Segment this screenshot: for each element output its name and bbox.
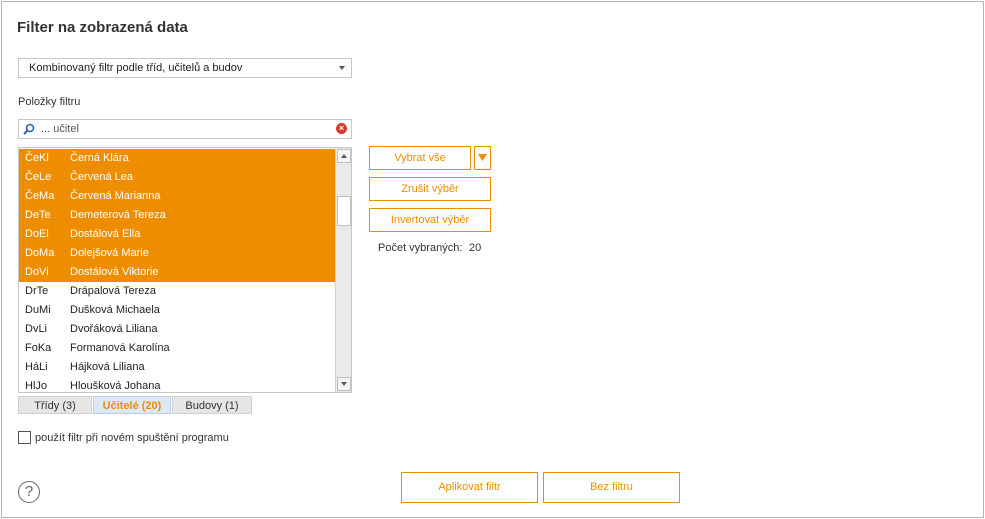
cancel-selection-button[interactable]: Zrušit výběr xyxy=(369,177,491,201)
item-code: DuMi xyxy=(25,304,51,316)
list-item[interactable]: ČeKl Černá Klára xyxy=(19,149,336,168)
list-item[interactable]: FoKa Formanová Karolína xyxy=(19,339,336,358)
item-name: Hájková Liliana xyxy=(70,361,145,373)
startup-filter-checkbox[interactable] xyxy=(18,431,31,444)
filter-type-select[interactable]: Kombinovaný filtr podle tříd, učitelů a … xyxy=(18,58,352,78)
chevron-down-icon xyxy=(478,154,487,161)
item-name: Drápalová Tereza xyxy=(70,285,157,297)
item-name: Dolejšová Marie xyxy=(70,247,149,259)
item-code: DrTe xyxy=(25,285,49,297)
no-filter-button[interactable]: Bez filtru xyxy=(543,472,680,503)
select-all-dropdown-button[interactable] xyxy=(474,146,491,170)
list-item[interactable]: DrTe Drápalová Tereza xyxy=(19,282,336,301)
selected-count-label: Počet vybraných: xyxy=(378,242,463,254)
item-name: Demeterová Tereza xyxy=(70,209,166,221)
items-label: Položky filtru xyxy=(18,96,81,108)
list-item[interactable]: DvLi Dvořáková Liliana xyxy=(19,320,336,339)
filter-items-list: ČeKl Černá Klára ČeLe Červená Lea ČeMa Červen… xyxy=(18,147,352,393)
item-code: DoEl xyxy=(25,228,49,240)
item-code: HlJo xyxy=(25,380,48,392)
search-input[interactable]: ... učitel × xyxy=(18,119,352,139)
arrow-down-icon xyxy=(341,382,347,386)
search-value: ... učitel xyxy=(41,123,79,135)
arrow-up-icon xyxy=(341,154,347,158)
chevron-down-icon[interactable] xyxy=(339,66,345,70)
list-item[interactable]: DoMa Dolejšová Marie xyxy=(19,244,336,263)
apply-filter-button[interactable]: Aplikovat filtr xyxy=(401,472,538,503)
filter-dialog: Filter na zobrazená data Kombinovaný fil… xyxy=(1,1,984,518)
item-code: FoKa xyxy=(25,342,52,354)
list-item[interactable]: ČeLe Červená Lea xyxy=(19,168,336,187)
list-item[interactable]: HlJo Hloušková Johana xyxy=(19,377,336,392)
item-name: Dušková Michaela xyxy=(70,304,160,316)
item-code: ČeLe xyxy=(25,171,52,183)
item-code: DvLi xyxy=(25,323,48,335)
dialog-title: Filter na zobrazená data xyxy=(17,19,188,36)
item-name: Červená Marianna xyxy=(70,190,161,202)
item-name: Hloušková Johana xyxy=(70,380,161,392)
scroll-thumb[interactable] xyxy=(337,196,351,226)
item-name: Dvořáková Liliana xyxy=(70,323,158,335)
invert-selection-button[interactable]: Invertovat výběr xyxy=(369,208,491,232)
list-item[interactable]: DuMi Dušková Michaela xyxy=(19,301,336,320)
scroll-down-button[interactable] xyxy=(337,377,351,391)
item-name: Červená Lea xyxy=(70,171,133,183)
tab-classes[interactable]: Třídy (3) xyxy=(18,396,92,414)
tab-label: Třídy (3) xyxy=(34,400,76,412)
tab-buildings[interactable]: Budovy (1) xyxy=(172,396,252,414)
selected-count-value: 20 xyxy=(469,242,482,254)
list-item[interactable]: DoVi Dostálová Viktorie xyxy=(19,263,336,282)
select-all-button[interactable]: Vybrat vše xyxy=(369,146,471,170)
item-code: ČeMa xyxy=(25,190,55,202)
item-code: DeTe xyxy=(25,209,51,221)
list-item[interactable]: DoEl Dostálová Ella xyxy=(19,225,336,244)
search-icon xyxy=(23,123,35,135)
item-code: DoVi xyxy=(25,266,49,278)
scroll-up-button[interactable] xyxy=(337,149,351,163)
tab-teachers[interactable]: Učitelé (20) xyxy=(93,396,171,414)
item-code: ČeKl xyxy=(25,152,49,164)
filter-type-value: Kombinovaný filtr podle tříd, učitelů a … xyxy=(29,62,243,74)
item-code: HáLi xyxy=(25,361,48,373)
list-item[interactable]: HáLi Hájková Liliana xyxy=(19,358,336,377)
item-name: Dostálová Ella xyxy=(70,228,141,240)
item-code: DoMa xyxy=(25,247,55,259)
clear-icon[interactable]: × xyxy=(336,123,347,134)
list-scrollbar[interactable] xyxy=(335,148,351,392)
item-name: Černá Klára xyxy=(70,152,129,164)
tab-label: Budovy (1) xyxy=(185,400,239,412)
item-name: Dostálová Viktorie xyxy=(70,266,159,278)
list-item[interactable]: ČeMa Červená Marianna xyxy=(19,187,336,206)
item-name: Formanová Karolína xyxy=(70,342,170,354)
startup-filter-label: použít filtr při novém spuštění programu xyxy=(35,432,229,444)
list-item[interactable]: DeTe Demeterová Tereza xyxy=(19,206,336,225)
help-icon[interactable]: ? xyxy=(18,481,40,503)
tab-label: Učitelé (20) xyxy=(102,400,162,412)
